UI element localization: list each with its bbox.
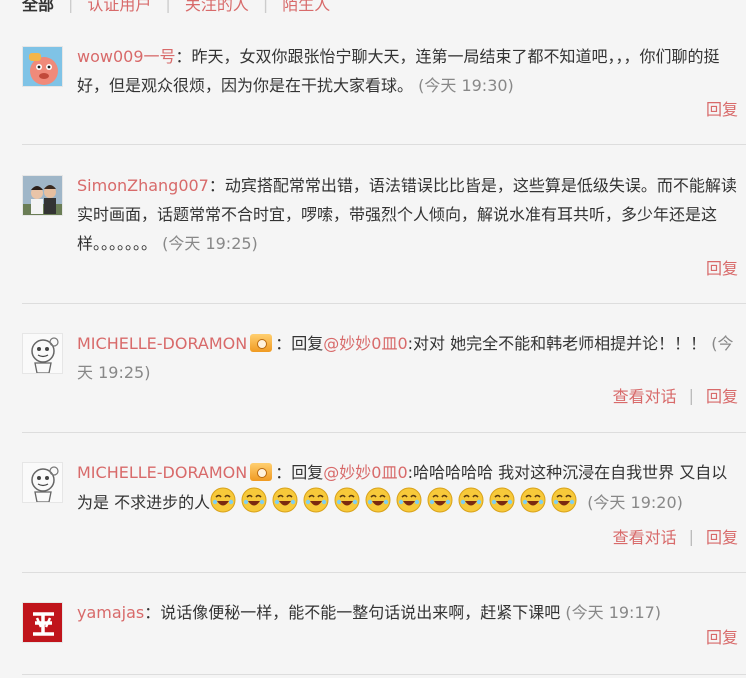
- comment-body: yamajas：说话像便秘一样，能不能一整句话说出来啊，赶紧下课吧 (今天 19…: [77, 598, 739, 627]
- comment-body: MICHELLE-DORAMON ：回复@妙妙0皿0:对对 她完全不能和韩老师相提…: [77, 329, 739, 387]
- divider: [22, 432, 746, 433]
- comment-text: ：说话像便秘一样，能不能一整句话说出来啊，赶紧下课吧: [144, 603, 561, 622]
- laughing-emoji-icon: [334, 487, 360, 513]
- username-link[interactable]: wow009一号: [77, 47, 176, 66]
- username-link[interactable]: MICHELLE-DORAMON: [77, 334, 247, 353]
- comment-body: SimonZhang007：动宾搭配常常出错，语法错误比比皆是，这些算是低级失误…: [77, 171, 739, 258]
- username-link[interactable]: MICHELLE-DORAMON: [77, 463, 247, 482]
- comment-time: (今天 19:17): [565, 603, 662, 622]
- comment-text: :对对 她完全不能和韩老师相提并论！！！: [407, 334, 707, 353]
- comment-actions: 查看对话 | 回复: [613, 383, 738, 407]
- comment-time: (今天 19:20): [587, 493, 683, 512]
- laughing-emoji-icon: [520, 487, 546, 513]
- laughing-emoji-icon: [210, 487, 236, 513]
- comment-actions: 回复: [706, 255, 738, 279]
- reply-link[interactable]: 回复: [706, 624, 738, 648]
- username-link[interactable]: yamajas: [77, 603, 144, 622]
- divider: [22, 303, 746, 304]
- action-separator: |: [688, 385, 694, 405]
- avatar[interactable]: [22, 462, 63, 503]
- laughing-emoji-icon: [551, 487, 577, 513]
- emoji-row: [210, 487, 582, 513]
- divider: [22, 572, 746, 573]
- laughing-emoji-icon: [241, 487, 267, 513]
- mention-link[interactable]: @妙妙0皿0: [323, 334, 407, 353]
- laughing-emoji-icon: [365, 487, 391, 513]
- comment-actions: 查看对话 | 回复: [613, 524, 738, 548]
- avatar[interactable]: [22, 333, 63, 374]
- laughing-emoji-icon: [272, 487, 298, 513]
- action-separator: |: [688, 526, 694, 546]
- laughing-emoji-icon: [303, 487, 329, 513]
- comment-item: yamajas：说话像便秘一样，能不能一整句话说出来啊，赶紧下课吧 (今天 19…: [22, 598, 746, 668]
- reply-link[interactable]: 回复: [706, 255, 738, 279]
- comment-list: wow009一号：昨天，女双你跟张怡宁聊大天，连第一局结束了都不知道吧，，，你们…: [0, 0, 746, 678]
- avatar[interactable]: [22, 602, 63, 643]
- reply-link[interactable]: 回复: [706, 96, 738, 120]
- vip-badge-icon[interactable]: [250, 463, 273, 481]
- avatar[interactable]: [22, 175, 63, 216]
- comment-item: MICHELLE-DORAMON ：回复@妙妙0皿0:哈哈哈哈哈 我对这种沉浸在自…: [22, 458, 746, 558]
- reply-prefix: ：回复: [275, 463, 324, 482]
- reply-link[interactable]: 回复: [706, 524, 738, 548]
- comment-body: MICHELLE-DORAMON ：回复@妙妙0皿0:哈哈哈哈哈 我对这种沉浸在自…: [77, 458, 739, 517]
- mention-link[interactable]: @妙妙0皿0: [323, 463, 407, 482]
- laughing-emoji-icon: [427, 487, 453, 513]
- comment-time: (今天 19:30): [418, 76, 514, 95]
- laughing-emoji-icon: [396, 487, 422, 513]
- comment-body: wow009一号：昨天，女双你跟张怡宁聊大天，连第一局结束了都不知道吧，，，你们…: [77, 42, 739, 100]
- divider: [22, 674, 746, 675]
- username-link[interactable]: SimonZhang007: [77, 176, 209, 195]
- vip-badge-icon[interactable]: [250, 334, 273, 352]
- laughing-emoji-icon: [458, 487, 484, 513]
- view-conversation-link[interactable]: 查看对话: [613, 383, 677, 407]
- comment-item: SimonZhang007：动宾搭配常常出错，语法错误比比皆是，这些算是低级失误…: [22, 171, 746, 291]
- avatar[interactable]: [22, 46, 63, 87]
- view-conversation-link[interactable]: 查看对话: [613, 524, 677, 548]
- comment-actions: 回复: [706, 96, 738, 120]
- comment-item: wow009一号：昨天，女双你跟张怡宁聊大天，连第一局结束了都不知道吧，，，你们…: [22, 42, 746, 132]
- reply-prefix: ：回复: [275, 334, 324, 353]
- comment-actions: 回复: [706, 624, 738, 648]
- reply-link[interactable]: 回复: [706, 383, 738, 407]
- comment-time: (今天 19:25): [162, 234, 258, 253]
- laughing-emoji-icon: [489, 487, 515, 513]
- comment-item: MICHELLE-DORAMON ：回复@妙妙0皿0:对对 她完全不能和韩老师相提…: [22, 329, 746, 419]
- divider: [22, 144, 746, 145]
